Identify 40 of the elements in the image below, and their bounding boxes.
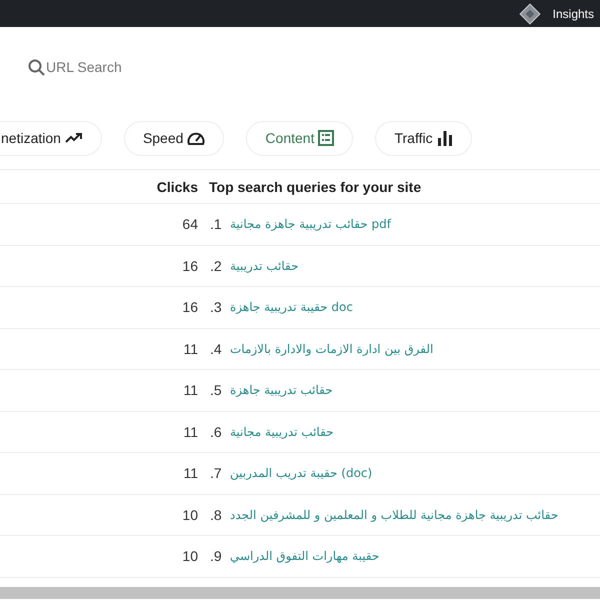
horizontal-scrollbar[interactable]	[0, 587, 600, 599]
clicks-cell-text: 64	[181, 216, 198, 232]
column-header: Top search queries for your site	[209, 178, 422, 194]
query-link[interactable]: حقائب تدريبية	[230, 258, 299, 273]
clicks-cell-text: 10	[181, 548, 198, 564]
rank-number: 5.	[210, 382, 223, 398]
gauge-icon	[187, 130, 206, 146]
rank-number: 6.	[210, 424, 223, 440]
query-link[interactable]: حقائب تدريبية مجانية	[230, 424, 334, 439]
clicks-cell-text: 11	[182, 382, 198, 398]
clicks-cell-text: 11	[182, 465, 198, 482]
list-icon	[318, 130, 334, 146]
rank-number: 1.	[210, 216, 223, 232]
category-tab[interactable]: netization	[0, 120, 102, 156]
rank-number: 2.	[210, 258, 223, 274]
clicks-cell-text: 11	[182, 424, 198, 440]
category-tab[interactable]: Traffic	[375, 120, 472, 156]
search-icon	[28, 58, 45, 76]
rank-number: 7.	[210, 465, 223, 482]
rank-number: 9.	[210, 548, 223, 564]
query-link[interactable]: حقائب تدريبية جاهزة مجانية للطلاب و المعلمين و للمشرفين الجدد	[230, 508, 558, 522]
clicks-cell-text: 11	[182, 340, 198, 357]
query-link[interactable]: حقيبة مهارات التفوق الدراسي	[230, 549, 380, 564]
rank-number: 3.	[210, 299, 223, 316]
query-link[interactable]: حقائب تدريبية جاهزة مجانية pdf	[230, 217, 391, 232]
clicks-cell-text: 16	[181, 299, 198, 316]
insights-title[interactable]: Insights	[552, 6, 594, 20]
query-link[interactable]: الفرق بين ادارة الازمات والادارة بالازمات	[230, 342, 434, 356]
column-header: Clicks	[156, 178, 198, 194]
clicks-cell-text: 10	[181, 506, 198, 523]
query-link[interactable]: حقيبة تدريبية جاهزة doc	[230, 300, 353, 314]
rank-number: 8.	[210, 506, 223, 523]
category-tab[interactable]: Speed	[124, 120, 224, 156]
clicks-cell-text: 16	[181, 258, 198, 274]
query-link[interactable]: حقائب تدريبية جاهزة	[230, 383, 333, 398]
category-tab[interactable]: Content	[246, 120, 354, 156]
rank-number: 4.	[210, 340, 223, 357]
trend-up-icon	[64, 132, 83, 144]
bar-chart-icon	[436, 130, 453, 146]
query-link[interactable]: حقيبة تدريب المدربين (doc)	[230, 466, 372, 480]
